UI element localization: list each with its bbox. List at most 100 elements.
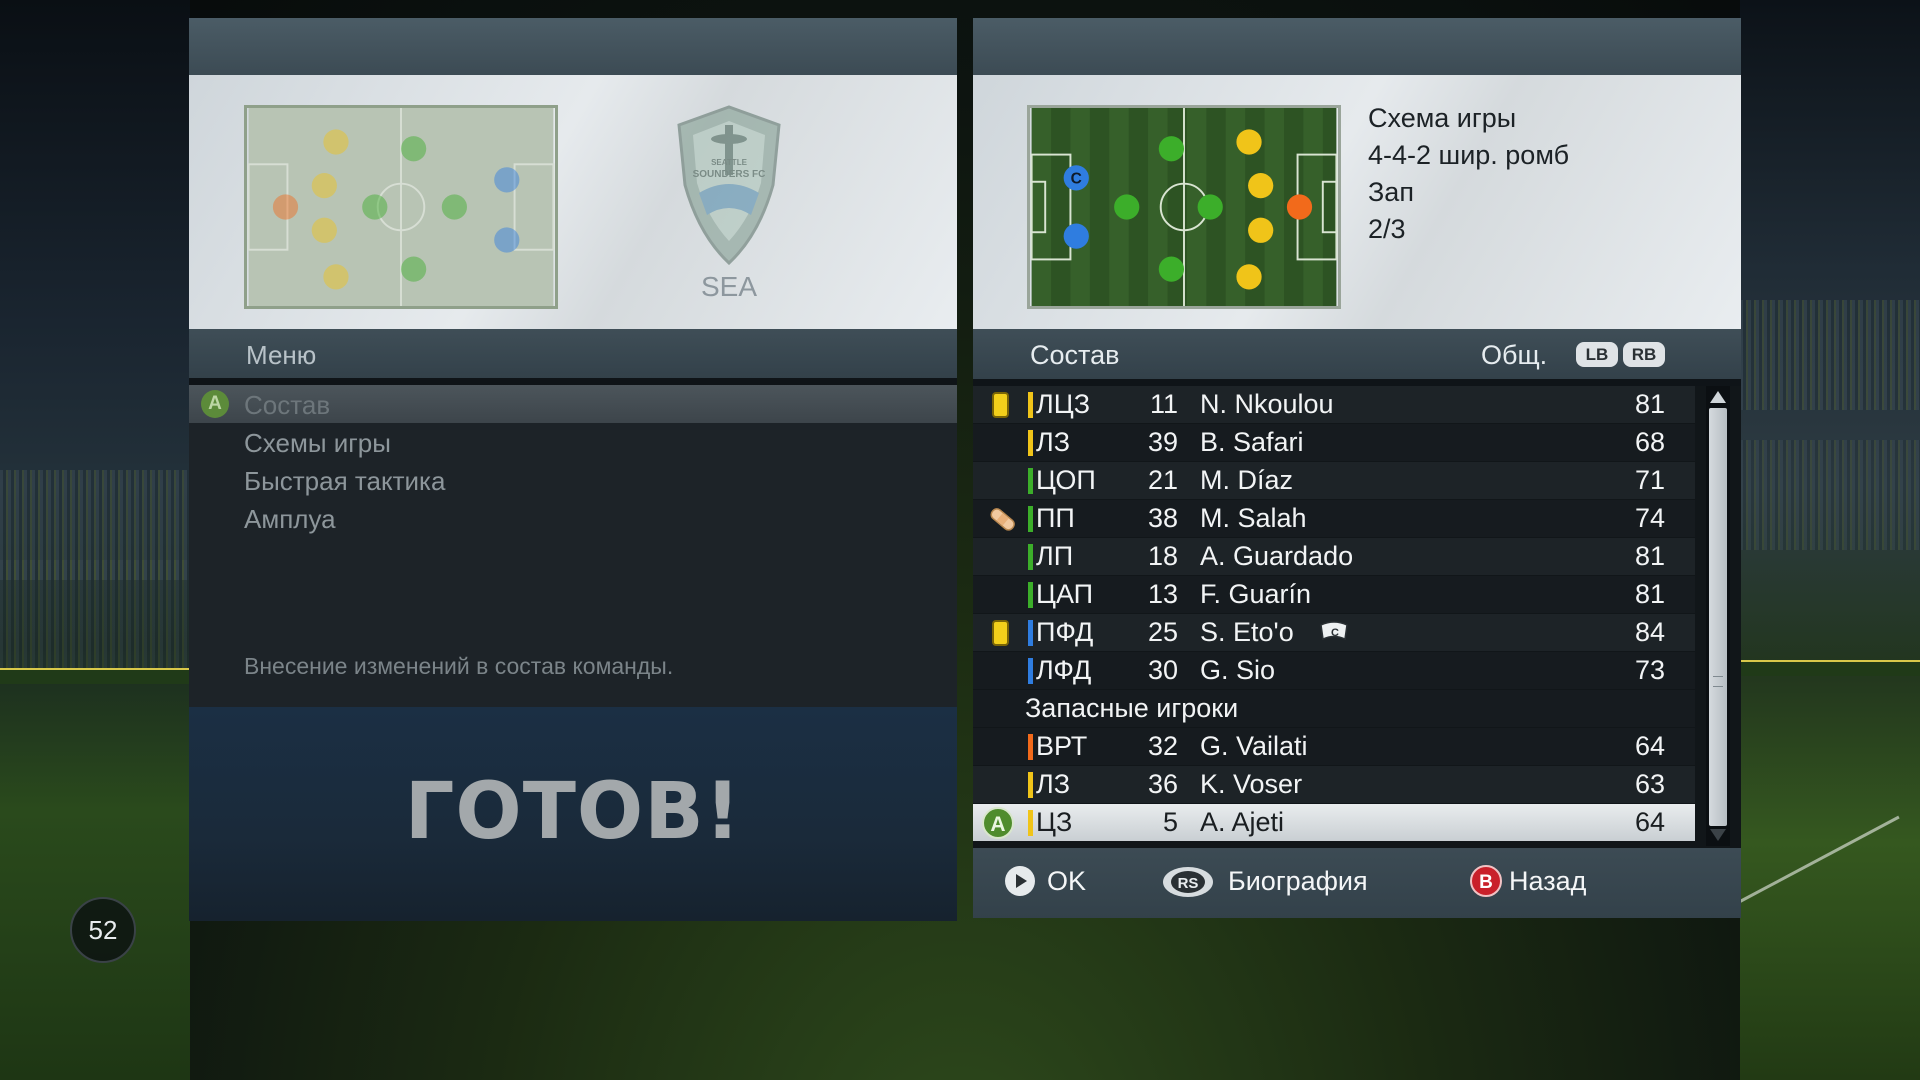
menu-title: Меню	[246, 340, 317, 370]
position-color-bar	[1028, 582, 1033, 608]
ad-board-right	[1740, 660, 1920, 676]
player-number: 38	[1147, 503, 1178, 533]
player-number: 11	[1149, 389, 1178, 419]
player-position: ПФД	[1036, 617, 1094, 647]
player-row[interactable]: ПП 38 M. Salah 74	[973, 500, 1695, 537]
menu-item-roles[interactable]: Амплуа	[189, 499, 957, 537]
svg-text:SEATTLE: SEATTLE	[711, 158, 748, 167]
squad-panel-header	[973, 18, 1741, 75]
sounders-fc-logo: SEATTLE SOUNDERS FC	[669, 105, 789, 266]
player-row[interactable]: ЛЗ 39 B. Safari 68	[973, 424, 1695, 461]
midfielder-marker	[401, 136, 427, 162]
player-name: M. Salah	[1200, 503, 1307, 533]
yellow-card-icon	[994, 394, 1007, 416]
ready-status: ГОТОВ!	[404, 767, 742, 857]
squad-panel: C Схема игры 4-4-2 шир. ромб Зап 2/3 Сос…	[973, 18, 1741, 918]
player-name: S. Eto'o	[1200, 617, 1294, 647]
player-rating: 81	[1634, 389, 1665, 419]
player-number: 13	[1147, 579, 1178, 609]
player-row[interactable]: A ЦЗ 5 A. Ajeti 64	[973, 804, 1695, 841]
start-button-icon	[1005, 866, 1035, 896]
stadium-background-right	[1740, 0, 1920, 1080]
svg-text:SOUNDERS FC: SOUNDERS FC	[693, 169, 766, 180]
forward-marker	[1063, 223, 1089, 249]
menu-item-label: Амплуа	[244, 504, 336, 534]
menu-description: Внесение изменений в состав команды.	[244, 653, 674, 679]
menu-panel-header	[189, 18, 957, 75]
scroll-thumb[interactable]	[1709, 408, 1727, 826]
menu-list: A Состав Схемы игры Быстрая тактика Ампл…	[189, 385, 957, 707]
player-name: A. Guardado	[1200, 541, 1354, 571]
svg-text:RS: RS	[1178, 875, 1199, 892]
team-abbreviation: SEA	[700, 271, 758, 302]
player-number: 21	[1147, 465, 1178, 495]
player-name: K. Voser	[1200, 769, 1303, 799]
gk-marker	[272, 194, 299, 220]
menu-item-label: Схемы игры	[244, 428, 391, 458]
scrollbar[interactable]	[1706, 386, 1730, 846]
scroll-up-icon[interactable]	[1709, 389, 1727, 405]
player-row[interactable]: ВРТ 32 G. Vailati 64	[973, 728, 1695, 765]
menu-item-label: Быстрая тактика	[244, 466, 446, 496]
player-number: 30	[1147, 655, 1178, 685]
svg-text:B: B	[1479, 872, 1493, 893]
back-label: Назад	[1509, 866, 1587, 896]
player-row[interactable]: ПФД 25 S. Eto'o C 84	[973, 614, 1695, 651]
ok-label: OK	[1047, 866, 1087, 896]
player-row[interactable]: ЛФД 30 G. Sio 73	[973, 652, 1695, 689]
mini-pitch-graphic	[247, 108, 555, 306]
button-legend: OK RS Биография B Назад	[973, 848, 1741, 918]
formation-label: Схема игры	[1368, 103, 1517, 133]
scroll-grip-icon	[1713, 676, 1723, 687]
player-position: ПП	[1036, 503, 1075, 533]
a-button-icon: A	[982, 807, 1014, 839]
lb-button-icon[interactable]: LB	[1576, 342, 1618, 367]
captain-marker: C	[1071, 171, 1082, 188]
rb-button-icon[interactable]: RB	[1623, 342, 1665, 367]
team-overview: SEATTLE SOUNDERS FC SEA	[189, 75, 957, 329]
menu-panel: SEATTLE SOUNDERS FC SEA Меню A Состав Сх…	[189, 18, 957, 921]
player-rating: 64	[1634, 807, 1665, 837]
crowd-left-lower	[0, 560, 190, 670]
midfielder-marker	[362, 194, 388, 220]
position-color-bar	[1028, 544, 1033, 570]
menu-item-squad[interactable]: A Состав	[189, 385, 957, 423]
player-position: ЛФД	[1036, 655, 1092, 685]
mentality-level: 2/3	[1368, 214, 1406, 244]
yellow-card-icon	[994, 622, 1007, 644]
menu-item-formations[interactable]: Схемы игры	[189, 423, 957, 461]
midfielder-marker	[1114, 194, 1140, 220]
player-row[interactable]: ЛЗ 36 K. Voser 63	[973, 766, 1695, 803]
player-position: ЛП	[1036, 541, 1074, 571]
player-number: 25	[1147, 617, 1178, 647]
midfielder-marker	[1158, 256, 1184, 282]
injury-bandage-icon	[990, 508, 1015, 531]
roster-title: Состав	[1030, 340, 1120, 370]
player-rating: 73	[1634, 655, 1665, 685]
position-color-bar	[1028, 430, 1033, 456]
player-row[interactable]: ЛЦЗ 11 N. Nkoulou 81	[973, 386, 1695, 423]
a-button-icon: A	[201, 390, 229, 418]
roster-header: Состав Общ. LB RB	[973, 329, 1741, 379]
player-row[interactable]: ЛП 18 A. Guardado 81	[973, 538, 1695, 575]
player-number: 18	[1147, 541, 1178, 571]
divider	[189, 378, 957, 385]
gk-marker	[1286, 194, 1313, 220]
formation-pitch: C	[1027, 105, 1341, 309]
formation-name: 4-4-2 шир. ромб	[1368, 140, 1570, 170]
player-list: ЛЦЗ 11 N. Nkoulou 81 ЛЗ 39 B. Safari 68 ЦОП 21 M. …	[973, 386, 1741, 848]
scroll-down-icon[interactable]	[1709, 827, 1727, 843]
position-color-bar	[1028, 392, 1033, 418]
player-position: ЦАП	[1036, 579, 1094, 609]
defender-marker	[1248, 217, 1274, 243]
position-color-bar	[1028, 506, 1033, 532]
defender-marker	[311, 173, 337, 199]
player-row[interactable]: ЦАП 13 F. Guarín 81	[973, 576, 1695, 613]
position-color-bar	[1028, 810, 1033, 836]
player-row[interactable]: ЦОП 21 M. Díaz 71	[973, 462, 1695, 499]
midfielder-marker	[1197, 194, 1223, 220]
midfielder-marker	[401, 256, 427, 282]
player-position: ЦОП	[1036, 465, 1096, 495]
position-color-bar	[1028, 468, 1033, 494]
menu-item-quick-tactics[interactable]: Быстрая тактика	[189, 461, 957, 499]
